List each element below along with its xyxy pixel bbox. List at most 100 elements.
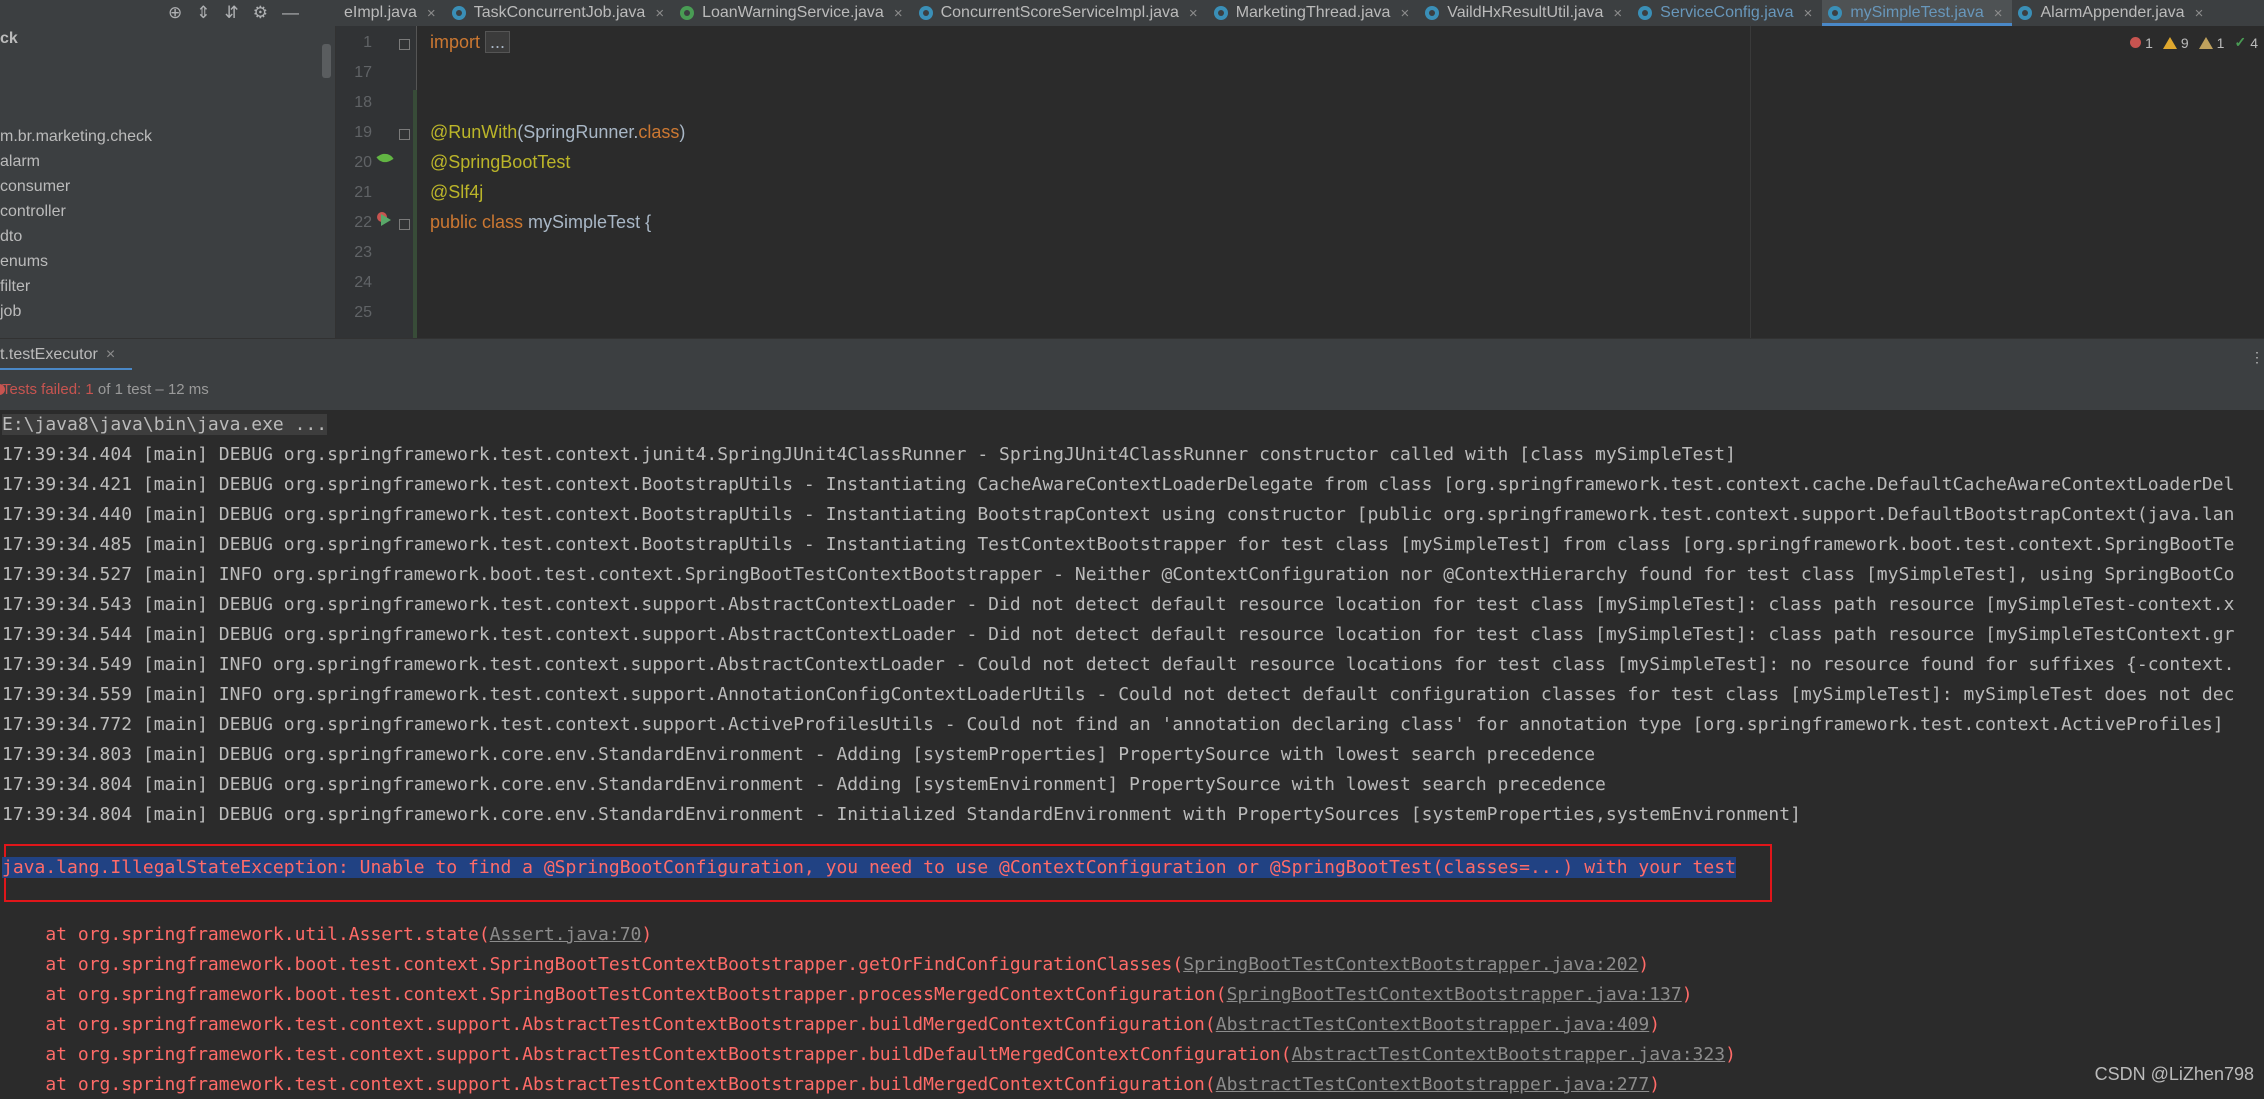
close-icon[interactable]: × <box>1400 5 1409 22</box>
check-icon: ✓ <box>2234 34 2247 50</box>
close-icon[interactable]: × <box>894 5 903 22</box>
error-icon <box>2130 37 2142 48</box>
source-link[interactable]: AbstractTestContextBootstrapper.java:277 <box>1216 1074 1649 1095</box>
line-number: 17 <box>354 64 372 81</box>
tab-label: eImpl.java <box>344 4 417 21</box>
ok-count[interactable]: ✓ 4 <box>2234 34 2258 51</box>
editor-gutter: 1 17 18 19 20 21 22 23 24 25 <box>336 26 417 338</box>
tab-label: mySimpleTest.java <box>1850 4 1984 21</box>
console-output[interactable]: E:\java8\java\bin\java.exe ... 17:39:34.… <box>0 410 2264 1099</box>
log-line: 17:39:34.559 [main] INFO org.springframe… <box>2 684 2235 705</box>
class-icon <box>1213 6 1228 20</box>
tab-file-active[interactable]: mySimpleTest.java × <box>1822 0 2013 26</box>
tree-item-dto[interactable]: dto <box>0 228 22 246</box>
collapse-all-icon[interactable]: ⇵ <box>225 0 239 26</box>
line-number: 25 <box>354 304 372 321</box>
weak-warning-icon <box>2198 36 2213 49</box>
expand-all-icon[interactable]: ⇕ <box>196 0 210 26</box>
close-icon[interactable]: × <box>1613 5 1622 22</box>
log-line: 17:39:34.549 [main] INFO org.springframe… <box>2 654 2235 675</box>
class-icon <box>2018 6 2033 20</box>
tree-item-filter[interactable]: filter <box>0 278 30 296</box>
tab-file[interactable]: MarketingThread.java × <box>1208 0 1420 26</box>
inspection-widget[interactable]: 1 9 1 ✓ 4 <box>2130 34 2258 51</box>
stack-frame: at org.springframework.util.Assert.state… <box>2 924 653 945</box>
close-icon[interactable]: × <box>1189 5 1198 22</box>
source-link[interactable]: SpringBootTestContextBootstrapper.java:1… <box>1227 984 1682 1005</box>
tab-file[interactable]: eImpl.java × <box>338 0 446 26</box>
run-test-icon[interactable] <box>381 214 391 226</box>
weak-warning-count[interactable]: 1 <box>2198 34 2224 51</box>
log-line: 17:39:34.421 [main] DEBUG org.springfram… <box>2 474 2235 495</box>
class-icon <box>1638 6 1653 20</box>
exception-message[interactable]: java.lang.IllegalStateException: Unable … <box>2 857 1736 878</box>
warning-count[interactable]: 9 <box>2162 34 2189 51</box>
class-icon <box>1425 6 1440 20</box>
line-number: 19 <box>354 124 372 141</box>
fold-icon[interactable] <box>399 219 410 230</box>
close-icon[interactable]: × <box>1994 5 2003 22</box>
tree-item-package[interactable]: m.br.marketing.check <box>0 128 152 146</box>
console-command-line: E:\java8\java\bin\java.exe ... <box>2 414 328 435</box>
stack-frame: at org.springframework.test.context.supp… <box>2 1074 1661 1095</box>
tab-label: ConcurrentScoreServiceImpl.java <box>940 4 1179 21</box>
class-icon <box>1828 6 1843 20</box>
log-line: 17:39:34.440 [main] DEBUG org.springfram… <box>2 504 2235 525</box>
source-link[interactable]: Assert.java:70 <box>490 924 642 945</box>
project-tree-header: ck <box>0 30 18 47</box>
fold-icon[interactable] <box>399 39 410 50</box>
log-line: 17:39:34.404 [main] DEBUG org.springfram… <box>2 444 1736 465</box>
tab-label: TaskConcurrentJob.java <box>473 4 646 21</box>
line-number: 24 <box>354 274 372 291</box>
source-link[interactable]: AbstractTestContextBootstrapper.java:323 <box>1292 1044 1725 1065</box>
log-line: 17:39:34.804 [main] DEBUG org.springfram… <box>2 774 1606 795</box>
source-link[interactable]: AbstractTestContextBootstrapper.java:409 <box>1216 1014 1649 1035</box>
stack-frame: at org.springframework.boot.test.context… <box>2 954 1650 975</box>
close-icon[interactable]: × <box>2195 5 2204 22</box>
line-number: 21 <box>354 184 372 201</box>
code-line-springboottest: @SpringBootTest <box>430 152 571 172</box>
sidebar-scrollbar[interactable] <box>322 44 331 78</box>
code-line-class-decl: public class mySimpleTest { <box>430 212 652 232</box>
line-number: 18 <box>354 94 372 111</box>
log-line: 17:39:34.804 [main] DEBUG org.springfram… <box>2 804 1801 825</box>
target-icon[interactable]: ⊕ <box>168 0 182 26</box>
close-icon[interactable]: × <box>106 346 115 364</box>
tab-file[interactable]: VaildHxResultUtil.java × <box>1419 0 1632 26</box>
tab-label: LoanWarningService.java <box>702 4 884 21</box>
minimize-icon[interactable]: — <box>282 0 299 26</box>
tab-file[interactable]: LoanWarningService.java × <box>674 0 913 26</box>
line-number: 20 <box>354 154 372 171</box>
test-status-bar: Tests failed: 1 of 1 test – 12 ms <box>0 370 2264 411</box>
tree-item-consumer[interactable]: consumer <box>0 178 70 196</box>
tree-item-job[interactable]: job <box>0 303 21 321</box>
tab-label: VaildHxResultUtil.java <box>1447 4 1604 21</box>
source-link[interactable]: SpringBootTestContextBootstrapper.java:2… <box>1183 954 1638 975</box>
test-status-text: Tests failed: 1 of 1 test – 12 ms <box>2 381 209 398</box>
tab-file-modified[interactable]: ServiceConfig.java × <box>1632 0 1822 26</box>
tab-file[interactable]: ConcurrentScoreServiceImpl.java × <box>913 0 1208 26</box>
stack-frame: at org.springframework.test.context.supp… <box>2 1014 1661 1035</box>
close-icon[interactable]: × <box>655 5 664 22</box>
run-tab[interactable]: t.testExecutor × <box>0 339 115 371</box>
log-line: 17:39:34.543 [main] DEBUG org.springfram… <box>2 594 2235 615</box>
code-editor[interactable]: import ... @RunWith(SpringRunner.class) … <box>417 26 2264 338</box>
file-tabs: eImpl.java × TaskConcurrentJob.java × Lo… <box>338 0 2213 26</box>
close-icon[interactable]: × <box>427 5 436 22</box>
close-icon[interactable]: × <box>1804 5 1813 22</box>
tab-file[interactable]: AlarmAppender.java × <box>2012 0 2213 26</box>
gear-icon[interactable]: ⚙ <box>253 0 268 26</box>
tree-item-alarm[interactable]: alarm <box>0 153 40 171</box>
tab-file[interactable]: TaskConcurrentJob.java × <box>446 0 674 26</box>
log-line: 17:39:34.544 [main] DEBUG org.springfram… <box>2 624 2235 645</box>
log-line: 17:39:34.527 [main] INFO org.springframe… <box>2 564 2235 585</box>
stack-frame: at org.springframework.test.context.supp… <box>2 1044 1736 1065</box>
tab-label: ServiceConfig.java <box>1660 4 1794 21</box>
fold-icon[interactable] <box>399 129 410 140</box>
tree-item-controller[interactable]: controller <box>0 203 66 221</box>
folded-imports[interactable]: ... <box>485 31 511 53</box>
more-options-icon[interactable]: ⋮ <box>2250 349 2264 366</box>
tree-item-enums[interactable]: enums <box>0 253 48 271</box>
error-count[interactable]: 1 <box>2130 34 2153 51</box>
class-icon <box>918 6 933 20</box>
